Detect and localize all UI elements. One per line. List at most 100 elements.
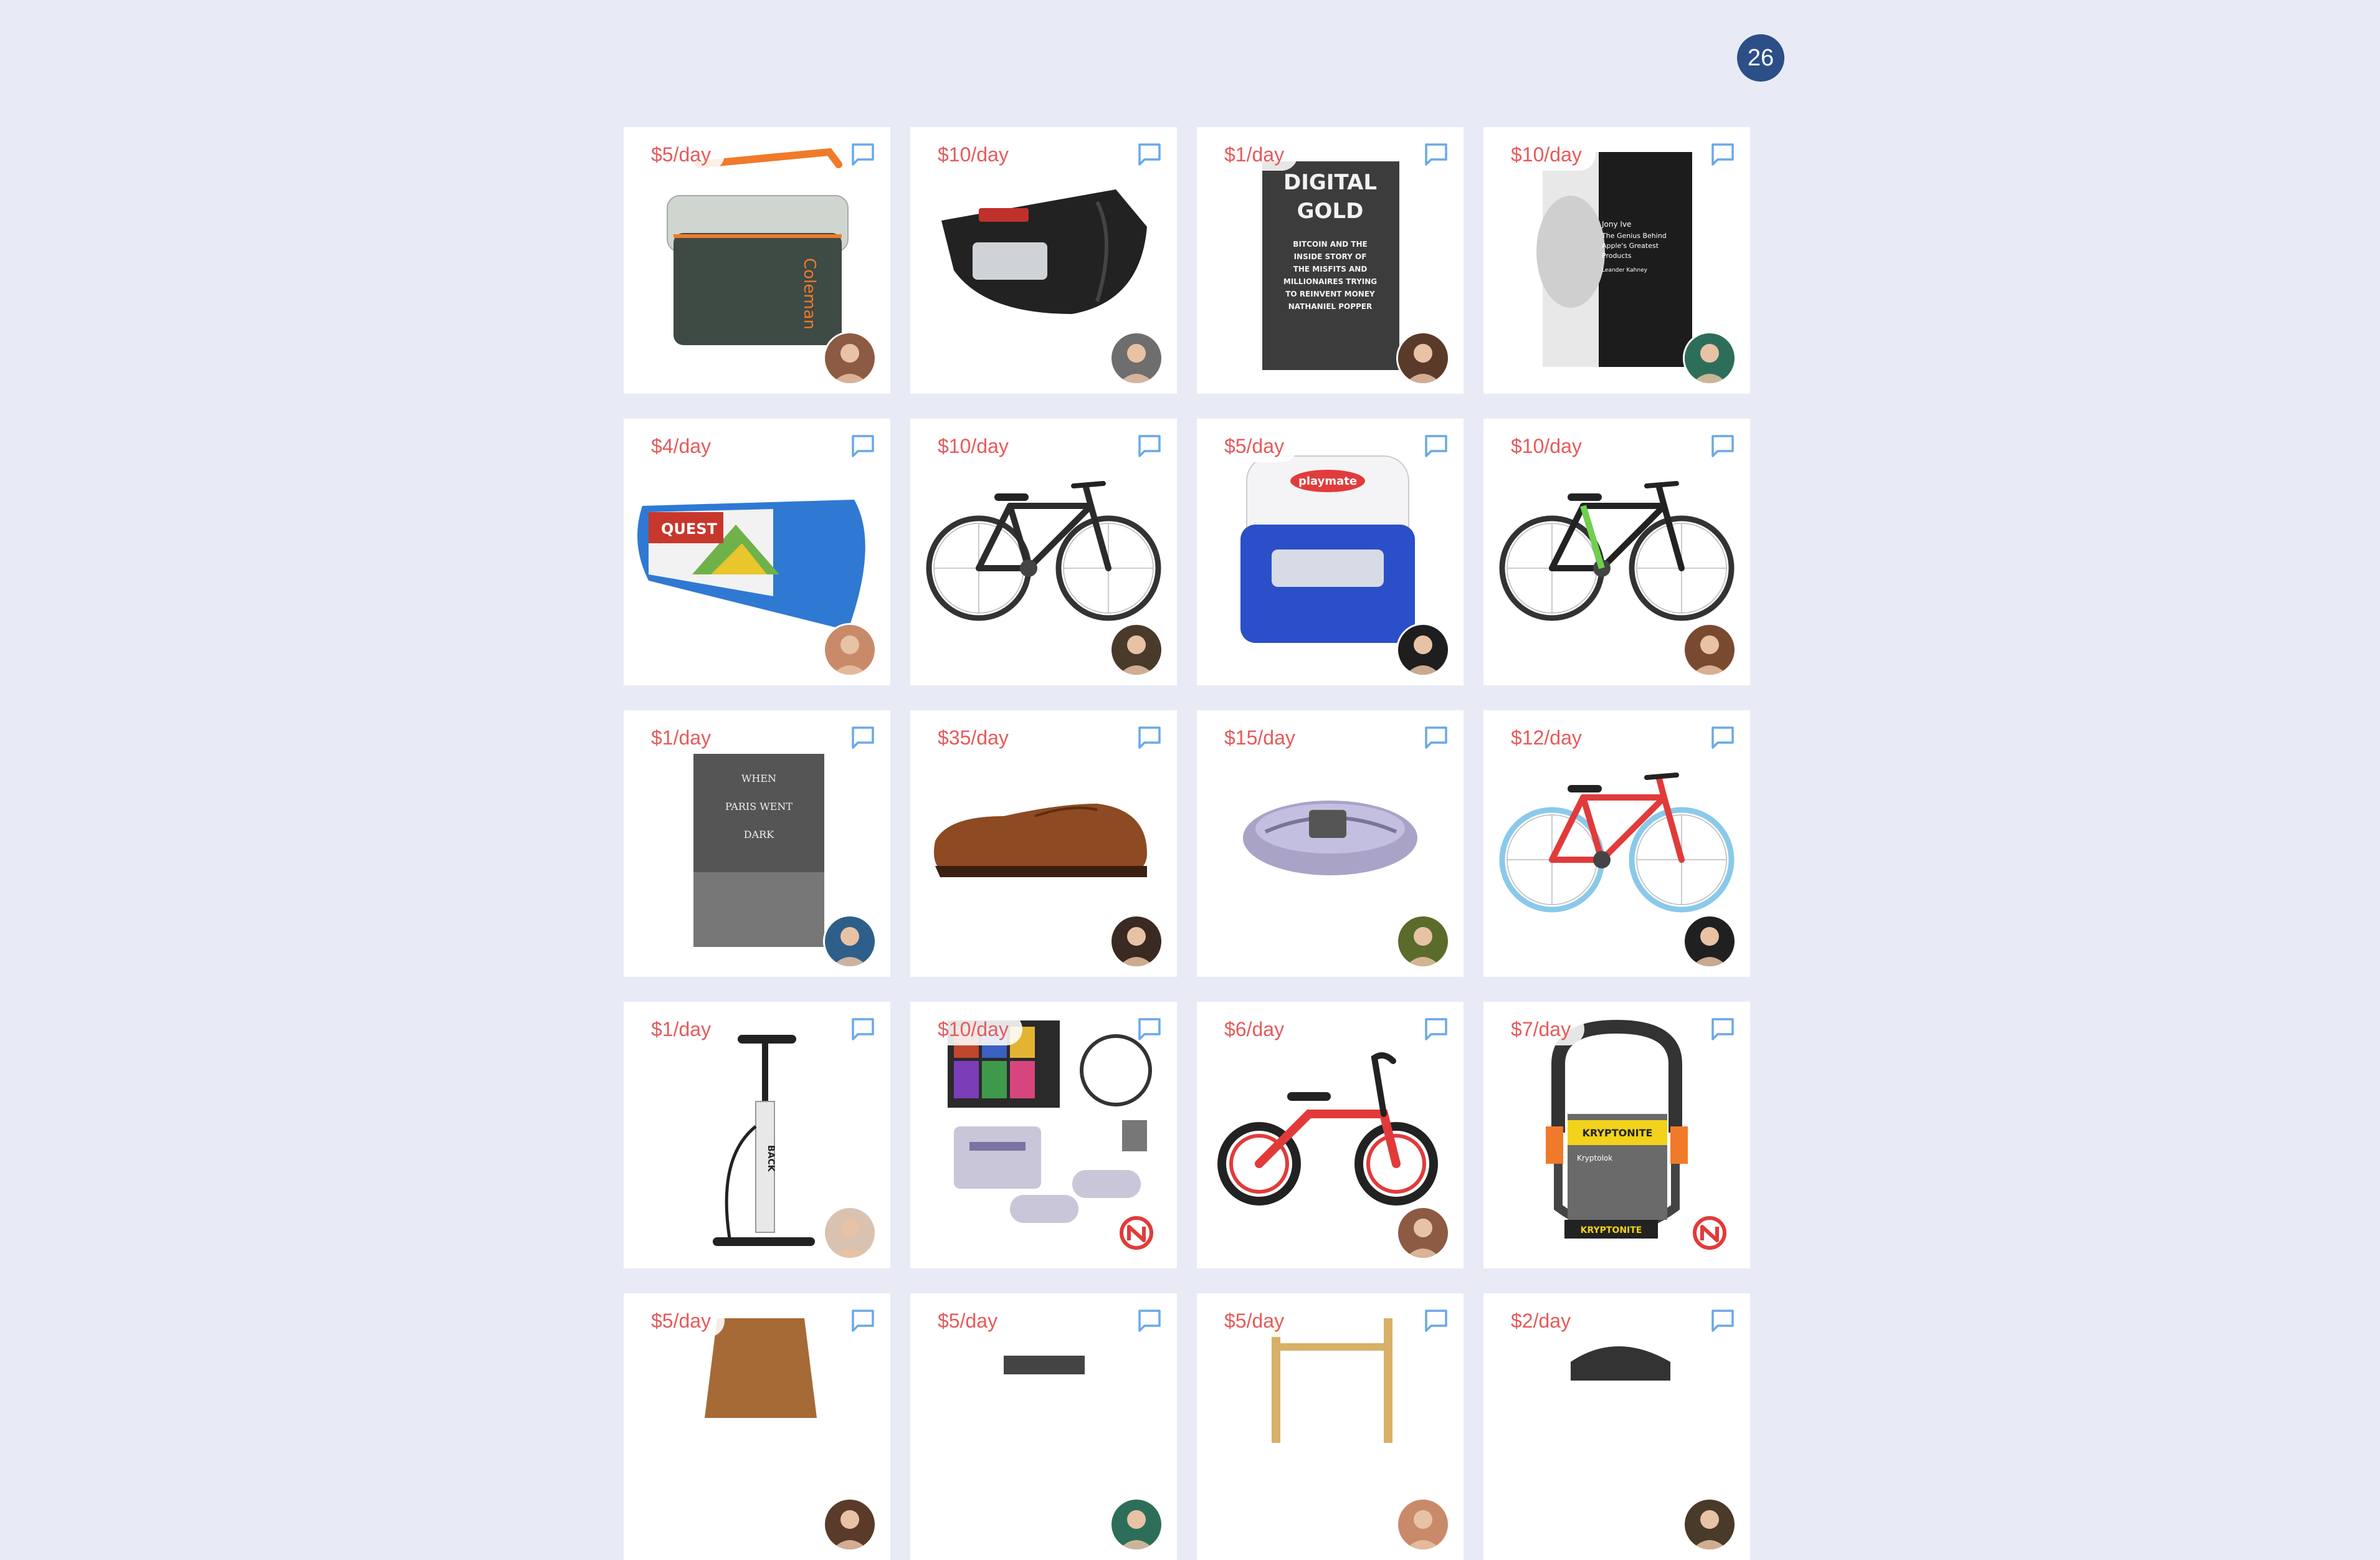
listing-card[interactable]: KRYPTONITE Kryptolok KRYPTONITE $7/day bbox=[1483, 1002, 1750, 1268]
comment-icon[interactable] bbox=[1708, 140, 1738, 169]
comment-icon[interactable] bbox=[1708, 431, 1738, 461]
owner-avatar[interactable] bbox=[1396, 915, 1450, 968]
owner-avatar[interactable] bbox=[823, 1206, 877, 1260]
svg-text:Products: Products bbox=[1602, 252, 1632, 260]
price-label: $5/day bbox=[1211, 1305, 1298, 1337]
svg-text:The Genius Behind: The Genius Behind bbox=[1601, 232, 1667, 240]
listing-card[interactable]: playmate $5/day bbox=[1197, 419, 1464, 685]
price-label: $4/day bbox=[637, 430, 725, 462]
price-label: $10/day bbox=[924, 138, 1022, 171]
listing-grid: Coleman $5/day $10/day DIGITAL GOLD BITCOIN A… bbox=[624, 127, 1751, 1560]
svg-text:MILLIONAIRES TRYING: MILLIONAIRES TRYING bbox=[1283, 277, 1377, 286]
listing-card[interactable]: $10/day bbox=[1483, 419, 1750, 685]
owner-avatar[interactable] bbox=[1683, 331, 1736, 385]
price-label: $5/day bbox=[637, 138, 725, 171]
comment-icon[interactable] bbox=[1135, 723, 1164, 753]
owner-avatar[interactable] bbox=[1396, 1206, 1450, 1260]
svg-text:BACK: BACK bbox=[766, 1145, 776, 1172]
comment-icon[interactable] bbox=[1708, 1306, 1738, 1336]
comment-icon[interactable] bbox=[848, 140, 878, 169]
listing-card[interactable]: $5/day bbox=[910, 1293, 1177, 1560]
listing-card[interactable]: $10/day bbox=[910, 1002, 1177, 1268]
svg-text:Kryptolok: Kryptolok bbox=[1577, 1154, 1612, 1163]
owner-avatar[interactable] bbox=[1110, 915, 1163, 968]
listing-card[interactable]: $10/day bbox=[910, 127, 1177, 394]
price-label: $1/day bbox=[637, 1013, 725, 1045]
owner-avatar[interactable] bbox=[1396, 331, 1450, 385]
svg-text:KRYPTONITE: KRYPTONITE bbox=[1583, 1127, 1653, 1139]
svg-text:BITCOIN AND THE: BITCOIN AND THE bbox=[1293, 240, 1367, 249]
svg-text:playmate: playmate bbox=[1298, 475, 1357, 488]
comment-icon[interactable] bbox=[848, 431, 878, 461]
svg-text:PARIS WENT: PARIS WENT bbox=[725, 801, 793, 812]
comment-icon[interactable] bbox=[1135, 140, 1164, 169]
listing-card[interactable]: $2/day bbox=[1483, 1293, 1750, 1560]
listing-card[interactable]: $6/day bbox=[1197, 1002, 1464, 1268]
owner-logo-icon[interactable] bbox=[1110, 1206, 1163, 1260]
svg-text:NATHANIEL POPPER: NATHANIEL POPPER bbox=[1288, 302, 1372, 311]
price-label: $5/day bbox=[637, 1305, 725, 1337]
owner-avatar[interactable] bbox=[1396, 1498, 1450, 1551]
owner-avatar[interactable] bbox=[823, 331, 877, 385]
listing-card[interactable]: $35/day bbox=[910, 710, 1177, 977]
listing-card[interactable]: QUEST $4/day bbox=[624, 419, 890, 685]
svg-text:Coleman: Coleman bbox=[800, 258, 819, 330]
svg-text:Jony Ive: Jony Ive bbox=[1601, 220, 1631, 229]
owner-avatar[interactable] bbox=[1110, 623, 1163, 677]
owner-avatar[interactable] bbox=[823, 915, 877, 968]
comment-icon[interactable] bbox=[1135, 1306, 1164, 1336]
price-label: $5/day bbox=[1211, 430, 1298, 462]
owner-avatar[interactable] bbox=[1683, 1498, 1736, 1551]
comment-icon[interactable] bbox=[1421, 1306, 1451, 1336]
svg-text:Apple's Greatest: Apple's Greatest bbox=[1602, 242, 1659, 250]
price-label: $35/day bbox=[924, 721, 1022, 754]
comment-icon[interactable] bbox=[1421, 431, 1451, 461]
notification-count-badge[interactable]: 26 bbox=[1737, 34, 1784, 82]
price-label: $10/day bbox=[1497, 430, 1596, 462]
price-label: $7/day bbox=[1497, 1013, 1585, 1045]
comment-icon[interactable] bbox=[1135, 1014, 1164, 1044]
comment-icon[interactable] bbox=[1421, 1014, 1451, 1044]
comment-icon[interactable] bbox=[1708, 1014, 1738, 1044]
comment-icon[interactable] bbox=[1421, 723, 1451, 753]
listing-card[interactable]: $5/day bbox=[1197, 1293, 1464, 1560]
listing-card[interactable]: Coleman $5/day bbox=[624, 127, 890, 394]
listing-card[interactable]: $5/day bbox=[624, 1293, 890, 1560]
price-label: $2/day bbox=[1497, 1305, 1585, 1337]
owner-avatar[interactable] bbox=[1396, 623, 1450, 677]
owner-avatar[interactable] bbox=[1683, 915, 1736, 968]
svg-text:TO REINVENT MONEY: TO REINVENT MONEY bbox=[1285, 290, 1375, 298]
listing-card[interactable]: DIGITAL GOLD BITCOIN AND THE INSIDE STORY O… bbox=[1197, 127, 1464, 394]
owner-avatar[interactable] bbox=[823, 1498, 877, 1551]
comment-icon[interactable] bbox=[848, 1306, 878, 1336]
price-label: $12/day bbox=[1497, 721, 1596, 754]
owner-avatar[interactable] bbox=[1110, 331, 1163, 385]
price-label: $1/day bbox=[1211, 138, 1298, 171]
owner-logo-icon[interactable] bbox=[1683, 1206, 1736, 1260]
listing-card[interactable]: WHEN PARIS WENT DARK $1/day bbox=[624, 710, 890, 977]
comment-icon[interactable] bbox=[1135, 431, 1164, 461]
owner-avatar[interactable] bbox=[1110, 1498, 1163, 1551]
listing-card[interactable]: BACK $1/day bbox=[624, 1002, 890, 1268]
comment-icon[interactable] bbox=[848, 1014, 878, 1044]
svg-text:Leander Kahney: Leander Kahney bbox=[1602, 267, 1648, 273]
listing-card[interactable]: $12/day bbox=[1483, 710, 1750, 977]
svg-text:WHEN: WHEN bbox=[741, 773, 776, 784]
svg-text:KRYPTONITE: KRYPTONITE bbox=[1581, 1225, 1642, 1235]
svg-text:INSIDE STORY OF: INSIDE STORY OF bbox=[1294, 252, 1367, 261]
price-label: $6/day bbox=[1211, 1013, 1298, 1045]
owner-avatar[interactable] bbox=[1683, 623, 1736, 677]
price-label: $5/day bbox=[924, 1305, 1012, 1337]
listing-card[interactable]: Jony Ive The Genius Behind Apple's Greates… bbox=[1483, 127, 1750, 394]
comment-icon[interactable] bbox=[848, 723, 878, 753]
price-label: $10/day bbox=[924, 1013, 1022, 1045]
svg-text:DIGITAL: DIGITAL bbox=[1283, 170, 1377, 195]
comment-icon[interactable] bbox=[1708, 723, 1738, 753]
svg-text:THE MISFITS AND: THE MISFITS AND bbox=[1293, 265, 1368, 273]
owner-avatar[interactable] bbox=[823, 623, 877, 677]
comment-icon[interactable] bbox=[1421, 140, 1451, 169]
listing-card[interactable]: $15/day bbox=[1197, 710, 1464, 977]
svg-text:GOLD: GOLD bbox=[1297, 199, 1364, 224]
listing-card[interactable]: $10/day bbox=[910, 419, 1177, 685]
price-label: $10/day bbox=[924, 430, 1022, 462]
